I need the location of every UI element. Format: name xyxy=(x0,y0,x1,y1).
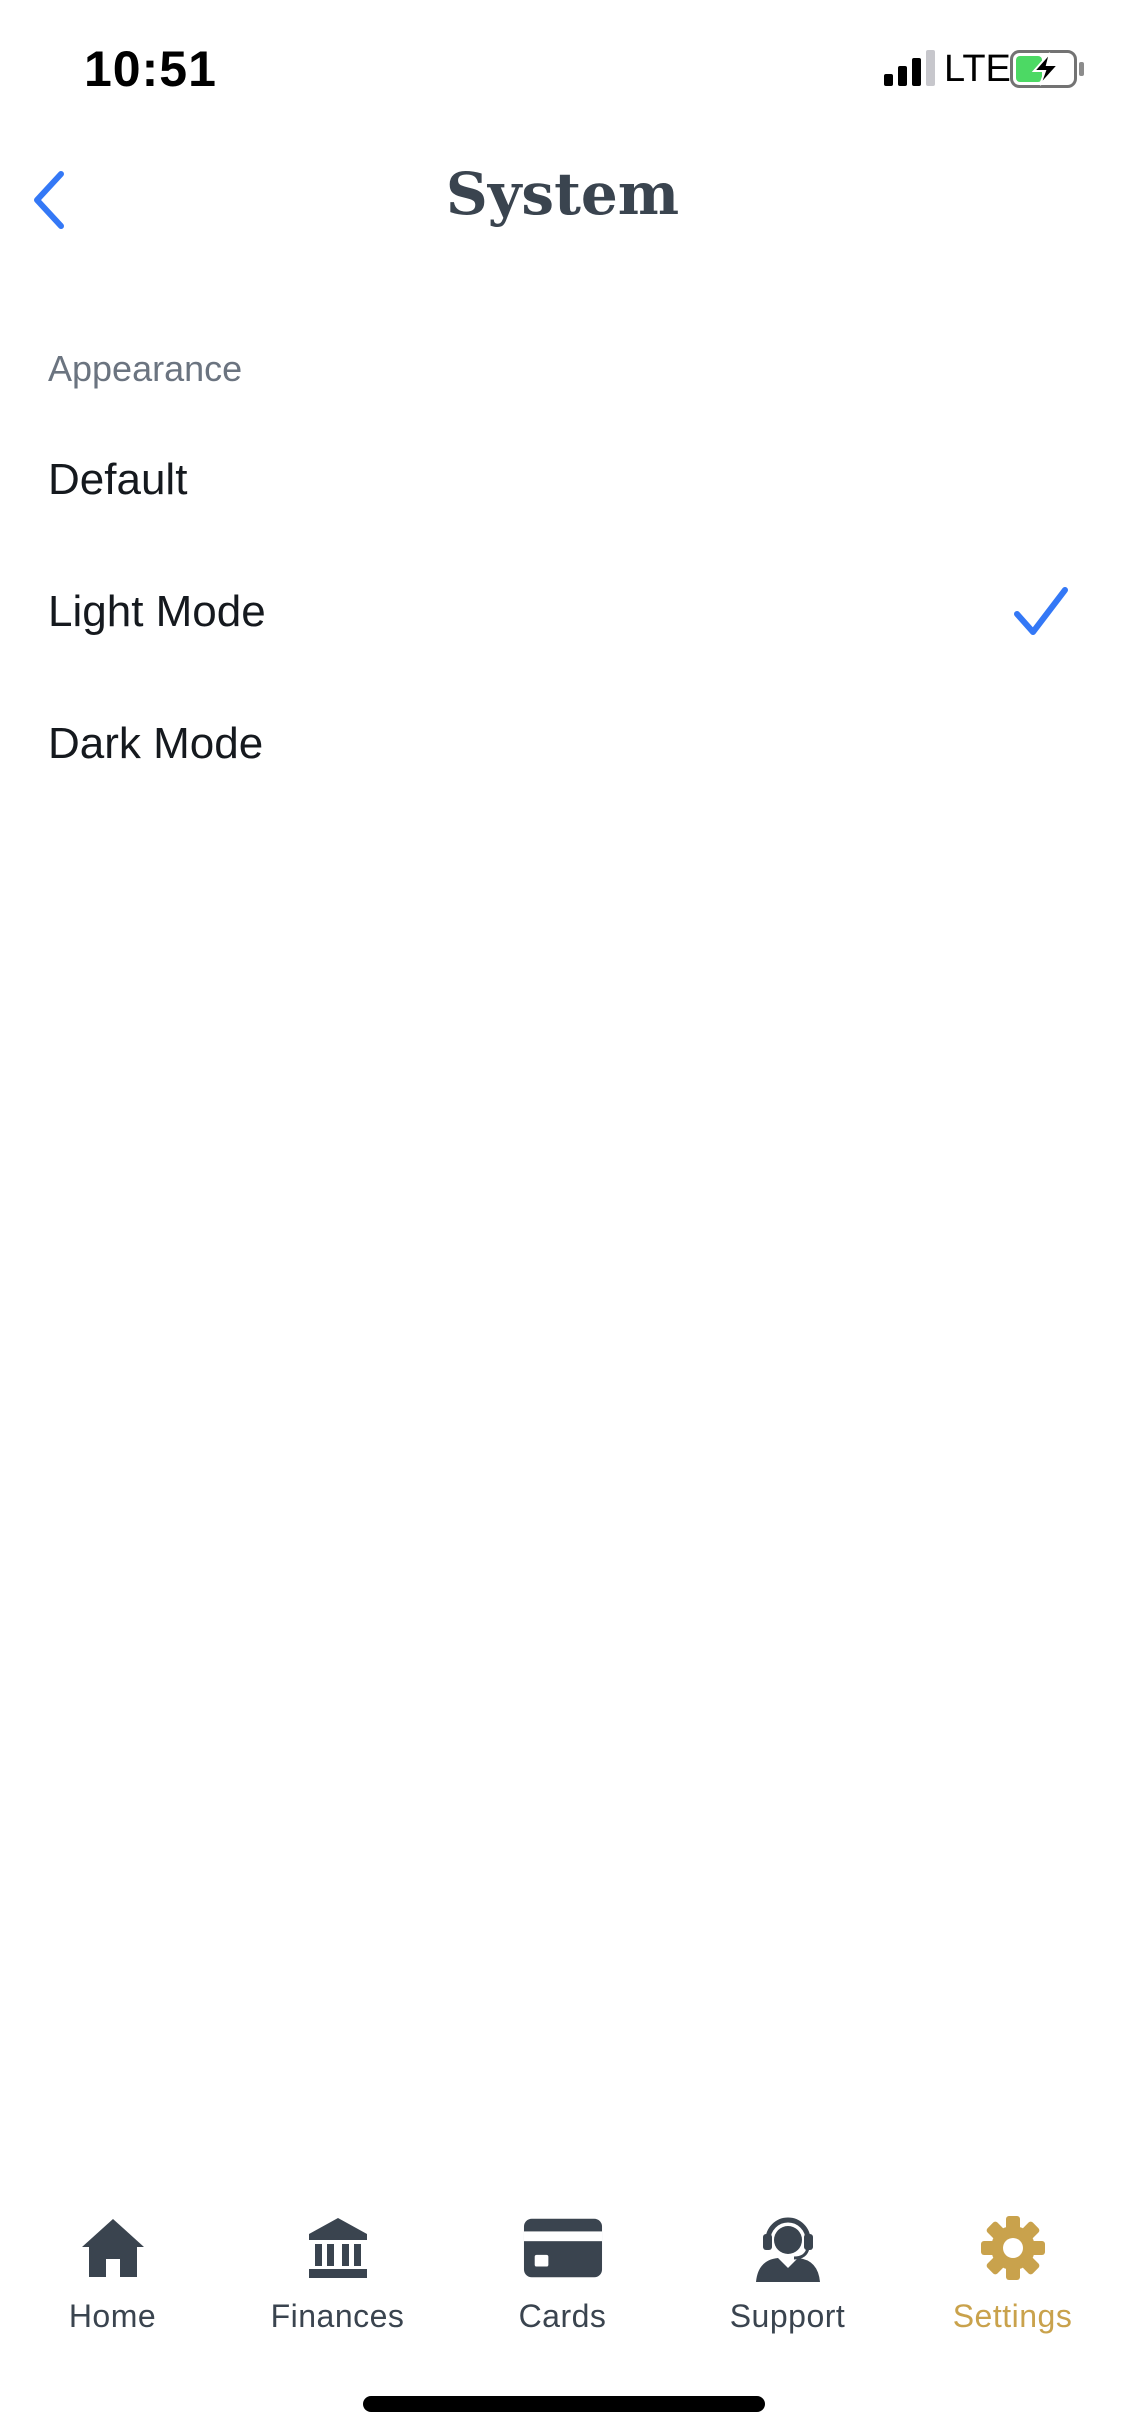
tab-home[interactable]: Home xyxy=(0,2190,225,2360)
page-title: System xyxy=(445,160,680,228)
tab-support[interactable]: Support xyxy=(675,2190,900,2360)
status-bar: 10:51 LTE xyxy=(0,0,1125,140)
checkmark-icon xyxy=(1014,587,1068,635)
credit-card-icon xyxy=(523,2212,603,2284)
tab-bar: Home Finances Cards Support Settings xyxy=(0,2190,1125,2360)
appearance-option-light-mode[interactable]: Light Mode xyxy=(0,546,1125,678)
nav-header: System xyxy=(0,140,1125,260)
support-agent-icon xyxy=(748,2212,828,2284)
status-time: 10:51 xyxy=(84,41,217,97)
tab-label: Settings xyxy=(952,2298,1073,2334)
option-label: Dark Mode xyxy=(48,719,264,768)
appearance-option-default[interactable]: Default xyxy=(0,414,1125,546)
tab-settings[interactable]: Settings xyxy=(900,2190,1125,2360)
tab-label: Finances xyxy=(270,2298,405,2334)
home-indicator[interactable] xyxy=(363,2396,765,2412)
tab-cards[interactable]: Cards xyxy=(450,2190,675,2360)
battery-charging-icon xyxy=(1010,50,1084,88)
bank-icon xyxy=(298,2212,378,2284)
signal-icon xyxy=(884,50,935,86)
tab-label: Cards xyxy=(518,2298,607,2334)
tab-finances[interactable]: Finances xyxy=(225,2190,450,2360)
appearance-option-dark-mode[interactable]: Dark Mode xyxy=(0,678,1125,810)
section-header-appearance: Appearance xyxy=(48,348,243,389)
gear-icon xyxy=(973,2212,1053,2284)
tab-label: Home xyxy=(68,2298,157,2334)
option-label: Light Mode xyxy=(48,587,266,636)
network-type: LTE xyxy=(944,48,1011,90)
home-icon xyxy=(73,2212,153,2284)
tab-label: Support xyxy=(729,2298,846,2334)
option-label: Default xyxy=(48,455,188,504)
